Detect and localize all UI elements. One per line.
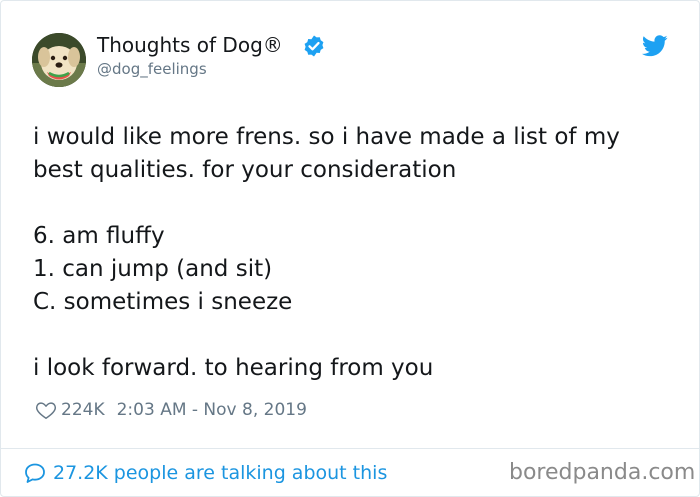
user-handle[interactable]: @dog_feelings: [97, 59, 207, 79]
dog-avatar-image: [32, 33, 86, 87]
display-name[interactable]: Thoughts of Dog®: [97, 33, 283, 57]
twitter-bird-icon[interactable]: [642, 35, 668, 57]
speech-bubble-icon: [25, 463, 45, 483]
heart-icon[interactable]: [35, 399, 57, 421]
like-count[interactable]: 224K: [61, 400, 105, 420]
tweet-line: 6. am fluffy: [33, 223, 165, 249]
talking-about-text[interactable]: 27.2K people are talking about this: [53, 462, 387, 484]
tweet-line: 1. can jump (and sit): [33, 256, 273, 282]
tweet-card: Thoughts of Dog® @dog_feelings i would l…: [0, 0, 700, 497]
tweet-timestamp[interactable]: 2:03 AM - Nov 8, 2019: [117, 400, 307, 420]
talking-about-link[interactable]: 27.2K people are talking about this: [23, 459, 387, 487]
boredpanda-watermark: boredpanda.com: [509, 460, 696, 485]
avatar[interactable]: [32, 33, 86, 87]
tweet-line: i look forward. to hearing from you: [33, 355, 434, 381]
tweet-text: i would like more frens. so i have made …: [33, 121, 673, 385]
verified-badge-icon: [304, 35, 324, 57]
divider: [1, 448, 699, 449]
tweet-meta: 224K 2:03 AM - Nov 8, 2019: [35, 397, 307, 423]
tweet-line: i would like more frens. so i have made …: [33, 124, 620, 183]
tweet-line: C. sometimes i sneeze: [33, 289, 293, 315]
